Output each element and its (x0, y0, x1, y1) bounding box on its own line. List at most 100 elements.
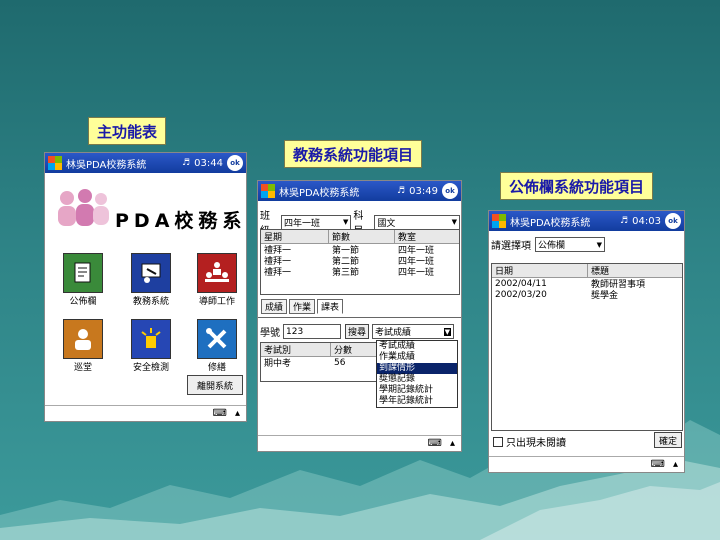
cell: 2002/03/20 (495, 289, 547, 300)
item-select[interactable]: 公佈欄 ▼ (535, 237, 605, 252)
tab-schedule[interactable]: 課表 (317, 299, 344, 314)
chevron-down-icon: ▼ (596, 240, 602, 249)
homeroom-icon[interactable] (197, 253, 237, 293)
start-icon[interactable] (492, 214, 506, 228)
subject-value: 國文 (377, 218, 396, 229)
bottom-bar: ⌨ ▴ (45, 405, 246, 421)
column-header: 日期 (492, 264, 588, 277)
confirm-button[interactable]: 確定 (654, 432, 682, 448)
clock: 03:44 (194, 157, 223, 169)
phone-academic: 林吳PDA校務系統 ♬ 03:49 ok 班級 四年一班▼ 科目 國文▼ 星期 … (257, 180, 462, 452)
dropdown-option-selected[interactable]: 到課情形 (377, 363, 457, 374)
ok-button[interactable]: ok (442, 183, 458, 199)
caption-academic: 教務系統功能項目 (284, 140, 423, 168)
query-type-value: 考試成績 (375, 328, 412, 338)
app-label-safety: 安全檢測 (132, 363, 169, 373)
dropdown-option[interactable]: 作業成績 (377, 352, 457, 363)
speaker-icon[interactable]: ♬ (397, 186, 405, 196)
titlebar: 林吳PDA校務系統 ♬ 03:49 ok (258, 181, 461, 201)
exit-system-button[interactable]: 離開系統 (187, 375, 243, 395)
titlebar: 林吳PDA校務系統 ♬ 03:44 ok (45, 153, 246, 173)
query-type-dropdown: 考試成績 作業成績 到課情形 獎懲記錄 學期記錄統計 學年記錄統計 (376, 340, 458, 408)
column-header: 教室 (398, 233, 417, 243)
patrol-icon[interactable] (63, 319, 103, 359)
query-button[interactable]: 搜尋 (345, 324, 369, 339)
tab-homework[interactable]: 作業 (289, 299, 316, 314)
app-label-academic: 教務系統 (132, 297, 169, 307)
window-title: 林吳PDA校務系統 (510, 217, 591, 229)
scroll-up-icon[interactable]: ▴ (450, 438, 455, 449)
cell: 第三節 (332, 268, 360, 278)
dropdown-option[interactable]: 學年記錄統計 (377, 396, 457, 407)
table-row[interactable]: 2002/04/11 教師研習事項 (492, 278, 682, 291)
column-header: 考試別 (261, 343, 331, 356)
app-label-homeroom: 導師工作 (198, 297, 235, 307)
class-select[interactable]: 四年一班 ▼ (280, 214, 352, 230)
bottom-bar: ⌨ ▴ (258, 435, 461, 451)
phone-main-menu: 林吳PDA校務系統 ♬ 03:44 ok PDA校務系統 公佈欄 教務系統 導師… (44, 152, 247, 422)
tab-grades[interactable]: 成績 (261, 299, 288, 314)
cell: 2002/04/11 (495, 278, 547, 289)
scroll-up-icon[interactable]: ▴ (673, 459, 678, 470)
start-icon[interactable] (48, 156, 62, 170)
window-title: 林吳PDA校務系統 (279, 187, 360, 199)
bottom-bar: ⌨ ▴ (489, 456, 684, 472)
teaching-icon[interactable] (131, 253, 171, 293)
window-title: 林吳PDA校務系統 (66, 159, 147, 171)
ok-button[interactable]: ok (227, 155, 243, 171)
logo-text: PDA校務系統 (115, 210, 247, 232)
item-select-value: 公佈欄 (538, 241, 566, 251)
scroll-up-icon[interactable]: ▴ (235, 408, 240, 419)
chevron-down-icon: ▼ (443, 327, 451, 336)
cell: 四年一班 (398, 268, 435, 278)
dropdown-option[interactable]: 獎懲記錄 (377, 374, 457, 385)
chevron-down-icon: ▼ (451, 218, 457, 226)
cell: 禮拜一 (264, 268, 292, 278)
caption-bulletin: 公佈欄系統功能項目 (500, 172, 654, 200)
cell: 獎學金 (591, 291, 619, 301)
cell: 期中考 (264, 359, 292, 369)
keyboard-icon[interactable]: ⌨ (213, 408, 227, 419)
class-value: 四年一班 (283, 218, 320, 229)
app-label-repair: 修繕 (207, 363, 226, 373)
bulletin-icon[interactable] (63, 253, 103, 293)
score-table: 考試別 分數 期中考 56 (260, 342, 378, 382)
subject-select[interactable]: 國文 ▼ (374, 214, 460, 230)
column-header: 分數 (334, 346, 353, 356)
unread-checkbox[interactable] (493, 436, 503, 447)
caption-main-menu: 主功能表 (88, 117, 167, 145)
query-type-select[interactable]: 考試成績 ▼ (372, 324, 454, 339)
repair-icon[interactable] (197, 319, 237, 359)
titlebar: 林吳PDA校務系統 ♬ 04:03 ok (489, 211, 684, 231)
speaker-icon[interactable]: ♬ (620, 216, 628, 226)
people-logo-icon (58, 189, 109, 226)
schedule-table: 星期 節數 教室 禮拜一 第一節 四年一班 禮拜一 第二節 四年一班 禮拜一 第三節 四年一… (260, 229, 460, 295)
table-row[interactable]: 期中考 56 (261, 357, 377, 370)
student-no-label: 學號 (260, 328, 280, 339)
keyboard-icon[interactable]: ⌨ (428, 438, 442, 449)
app-label-patrol: 巡堂 (73, 363, 92, 373)
speaker-icon[interactable]: ♬ (182, 158, 190, 168)
keyboard-icon[interactable]: ⌨ (651, 459, 665, 470)
table-row[interactable]: 禮拜一 第三節 四年一班 (261, 266, 459, 278)
start-icon[interactable] (261, 184, 275, 198)
select-item-label: 請選擇項 (491, 241, 531, 252)
bulletin-table: 日期 標題 2002/04/11 教師研習事項 2002/03/20 獎學金 (491, 263, 683, 431)
safety-icon[interactable] (131, 319, 171, 359)
column-header: 節數 (329, 230, 395, 243)
student-no-input[interactable]: 123 (283, 324, 341, 339)
dropdown-option[interactable]: 考試成績 (377, 341, 457, 352)
column-header: 標題 (591, 267, 610, 277)
app-label-bulletin: 公佈欄 (69, 297, 97, 307)
dropdown-option[interactable]: 學期記錄統計 (377, 385, 457, 396)
column-header: 星期 (261, 230, 329, 243)
phone-bulletin: 林吳PDA校務系統 ♬ 04:03 ok 請選擇項 公佈欄 ▼ 日期 標題 200… (488, 210, 685, 473)
unread-checkbox-label: 只出現未閱讀 (506, 438, 566, 449)
clock: 03:49 (409, 185, 438, 197)
clock: 04:03 (632, 215, 661, 227)
student-no-value: 123 (286, 326, 304, 337)
table-row[interactable]: 2002/03/20 獎學金 (492, 289, 682, 302)
chevron-down-icon: ▼ (343, 218, 349, 226)
ok-button[interactable]: ok (665, 213, 681, 229)
cell: 56 (334, 357, 346, 368)
